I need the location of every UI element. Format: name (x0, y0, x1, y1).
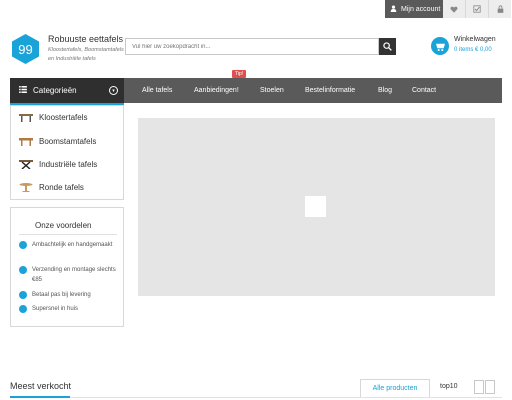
loading-indicator (305, 196, 326, 217)
category-label: Kloostertafels (39, 113, 88, 122)
category-label: Industriële tafels (39, 160, 98, 169)
my-account-label: Mijn account (401, 5, 441, 13)
nav-item-aanbiedingen[interactable]: Aanbiedingen! (194, 78, 239, 103)
benefit-label: Supersnel in huis (32, 306, 79, 312)
my-account-button[interactable]: Mijn account (385, 0, 443, 18)
logo[interactable]: 99 (10, 34, 41, 64)
benefit-item: Verzending en montage slechts €85 (19, 265, 123, 285)
chevron-down-icon: ▾ (109, 86, 118, 95)
tab-alle-producten[interactable]: Alle producten (360, 379, 430, 397)
category-item-kloostertafels[interactable]: Kloostertafels (19, 113, 87, 122)
category-item-industriele-tafels[interactable]: Industriële tafels (19, 160, 98, 170)
check-circle-icon (19, 266, 27, 274)
next-arrow-button[interactable] (485, 380, 495, 394)
list-icon (19, 86, 27, 95)
brand-title: Robuuste eettafels (48, 34, 124, 44)
tip-badge: Tip! (232, 70, 247, 78)
boomstam-table-icon (19, 137, 33, 146)
nav-item-contact[interactable]: Contact (412, 78, 436, 103)
search-input[interactable] (125, 38, 379, 55)
benefit-item: Ambachtelijk en handgemaakt (19, 240, 123, 250)
benefit-label: Betaal pas bij levering (32, 292, 91, 298)
nav-item-stoelen[interactable]: Stoelen (260, 78, 284, 103)
nav-item-alle-tafels[interactable]: Alle tafels (142, 78, 172, 103)
previous-arrow-button[interactable] (474, 380, 484, 394)
categories-label: Categorieën (33, 86, 77, 95)
benefit-item: Supersnel in huis (19, 304, 123, 314)
benefits-panel: Onze voordelen Ambachtelijk en handgemaa… (10, 207, 124, 327)
cart-icon[interactable] (431, 37, 449, 55)
benefit-item: Betaal pas bij levering (19, 290, 123, 300)
brand-subtitle: Kloostertafels, Boomstamtafels en Indust… (48, 47, 124, 62)
benefits-title: Onze voordelen (35, 221, 92, 230)
check-circle-icon (19, 241, 27, 249)
cart-summary[interactable]: 0 items € 0,00 (454, 47, 492, 53)
category-label: Ronde tafels (39, 183, 84, 192)
cart-title[interactable]: Winkelwagen (454, 36, 496, 43)
heart-icon[interactable] (443, 0, 465, 18)
category-label: Boomstamtafels (39, 137, 97, 146)
category-item-ronde-tafels[interactable]: Ronde tafels (19, 183, 84, 192)
search-button[interactable] (379, 38, 396, 55)
user-icon (390, 4, 397, 14)
category-list: Kloostertafels Boomstamtafels Industriël… (10, 105, 124, 200)
tab-top10[interactable]: top10 (440, 383, 458, 390)
checklist-icon[interactable] (466, 0, 488, 18)
category-item-boomstamtafels[interactable]: Boomstamtafels (19, 137, 96, 146)
nav-item-blog[interactable]: Blog (378, 78, 392, 103)
categories-button[interactable]: Categorieën ▾ (10, 78, 124, 103)
benefit-label: Verzending en montage slechts €85 (32, 267, 116, 283)
industrial-table-icon (19, 160, 33, 170)
svg-text:99: 99 (18, 42, 32, 57)
section-title: Meest verkocht (10, 381, 72, 391)
lock-icon[interactable] (489, 0, 511, 18)
nav-item-bestelinformatie[interactable]: Bestelinformatie (305, 78, 355, 103)
klooster-table-icon (19, 113, 33, 122)
check-circle-icon (19, 305, 27, 313)
check-circle-icon (19, 291, 27, 299)
round-table-icon (19, 183, 33, 192)
benefit-label: Ambachtelijk en handgemaakt (32, 242, 113, 248)
top-bar: Mijn account (0, 0, 512, 18)
search-icon (383, 38, 392, 56)
